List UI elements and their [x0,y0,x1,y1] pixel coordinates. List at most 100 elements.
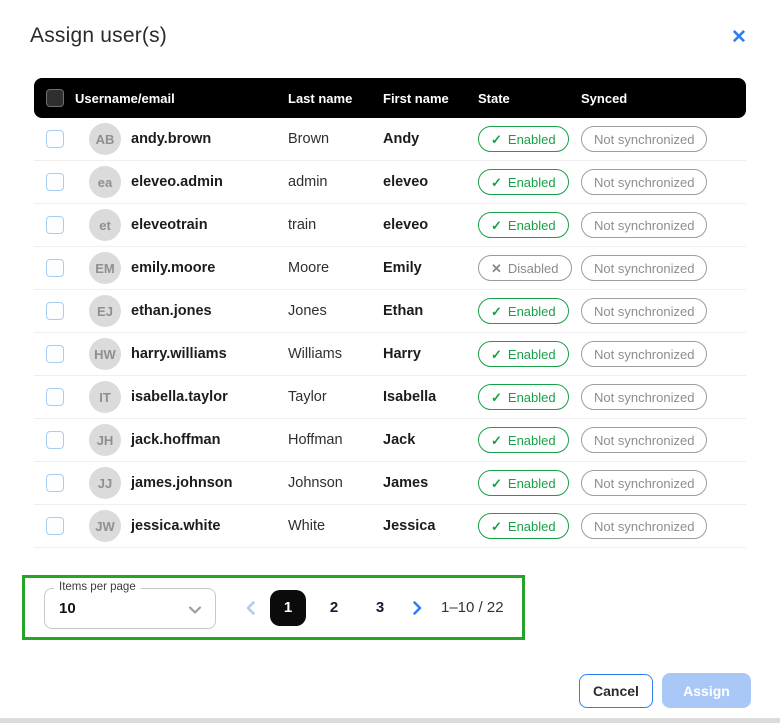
username-cell: jessica.white [131,518,220,534]
state-badge: ✓ Enabled [478,169,569,195]
synced-label: Not synchronized [594,347,694,362]
header-state: State [478,91,581,106]
username-cell: eleveo.admin [131,174,223,190]
username-cell: jack.hoffman [131,432,220,448]
avatar: AB [89,123,121,155]
row-checkbox[interactable] [46,474,64,492]
row-checkbox[interactable] [46,173,64,191]
previous-page-icon[interactable] [237,594,265,622]
state-badge: ✓ Enabled [478,212,569,238]
table-row[interactable]: EJ ethan.jones Jones Ethan ✓ Enabled Not… [34,290,746,333]
avatar: EM [89,252,121,284]
close-icon[interactable]: ✕ [726,24,752,50]
last-name-cell: admin [288,174,383,190]
synced-badge: Not synchronized [581,513,707,539]
state-label: Enabled [508,175,556,190]
next-page-icon[interactable] [403,594,431,622]
last-name-cell: Williams [288,346,383,362]
page-button-1[interactable]: 1 [270,590,306,626]
avatar: IT [89,381,121,413]
state-label: Enabled [508,476,556,491]
state-badge: ✓ Enabled [478,298,569,324]
synced-label: Not synchronized [594,261,694,276]
table-row[interactable]: JW jessica.white White Jessica ✓ Enabled… [34,505,746,548]
avatar: JJ [89,467,121,499]
assign-button[interactable]: Assign [662,673,751,708]
row-checkbox[interactable] [46,517,64,535]
username-cell: eleveotrain [131,217,208,233]
synced-label: Not synchronized [594,433,694,448]
row-checkbox[interactable] [46,345,64,363]
header-username: Username/email [75,91,288,106]
pager: 123 1–10 / 22 [237,578,504,637]
state-label: Enabled [508,218,556,233]
first-name-cell: Isabella [383,389,478,405]
table-row[interactable]: JJ james.johnson Johnson James ✓ Enabled… [34,462,746,505]
table-row[interactable]: et eleveotrain train eleveo ✓ Enabled No… [34,204,746,247]
avatar: JW [89,510,121,542]
synced-badge: Not synchronized [581,169,707,195]
table-row[interactable]: HW harry.williams Williams Harry ✓ Enabl… [34,333,746,376]
last-name-cell: Jones [288,303,383,319]
username-cell: andy.brown [131,131,211,147]
row-checkbox[interactable] [46,431,64,449]
table-row[interactable]: JH jack.hoffman Hoffman Jack ✓ Enabled N… [34,419,746,462]
username-cell: isabella.taylor [131,389,228,405]
row-checkbox[interactable] [46,302,64,320]
state-icon: ✓ [491,520,502,533]
state-icon: ✓ [491,348,502,361]
page-buttons: 123 [265,590,403,626]
last-name-cell: White [288,518,383,534]
avatar: et [89,209,121,241]
row-checkbox[interactable] [46,130,64,148]
synced-badge: Not synchronized [581,126,707,152]
row-checkbox[interactable] [46,216,64,234]
row-checkbox[interactable] [46,388,64,406]
synced-badge: Not synchronized [581,427,707,453]
backdrop-edge [0,718,780,723]
state-label: Enabled [508,433,556,448]
page-button-2[interactable]: 2 [316,590,352,626]
last-name-cell: Johnson [288,475,383,491]
assign-users-dialog: Assign user(s) ✕ Username/email Last nam… [0,0,780,723]
last-name-cell: Moore [288,260,383,276]
synced-label: Not synchronized [594,175,694,190]
avatar: ea [89,166,121,198]
select-all-checkbox[interactable] [46,89,64,107]
first-name-cell: eleveo [383,174,478,190]
synced-label: Not synchronized [594,476,694,491]
state-badge: ✓ Enabled [478,513,569,539]
synced-label: Not synchronized [594,132,694,147]
state-icon: ✓ [491,176,502,189]
synced-label: Not synchronized [594,218,694,233]
state-badge: ✓ Enabled [478,470,569,496]
first-name-cell: James [383,475,478,491]
state-label: Enabled [508,304,556,319]
avatar: EJ [89,295,121,327]
username-cell: james.johnson [131,475,233,491]
table-row[interactable]: ea eleveo.admin admin eleveo ✓ Enabled N… [34,161,746,204]
table-row[interactable]: AB andy.brown Brown Andy ✓ Enabled Not s… [34,118,746,161]
table-body: AB andy.brown Brown Andy ✓ Enabled Not s… [34,118,746,548]
user-table: Username/email Last name First name Stat… [34,78,746,548]
state-badge: ✕ Disabled [478,255,572,281]
header-synced: Synced [581,91,746,106]
row-checkbox[interactable] [46,259,64,277]
state-label: Enabled [508,390,556,405]
first-name-cell: Jack [383,432,478,448]
avatar: JH [89,424,121,456]
username-cell: ethan.jones [131,303,212,319]
header-checkbox-cell [34,89,75,107]
state-icon: ✓ [491,219,502,232]
cancel-button[interactable]: Cancel [579,674,653,708]
synced-badge: Not synchronized [581,470,707,496]
page-button-3[interactable]: 3 [362,590,398,626]
first-name-cell: Jessica [383,518,478,534]
table-row[interactable]: EM emily.moore Moore Emily ✕ Disabled No… [34,247,746,290]
state-label: Disabled [508,261,559,276]
items-per-page-select[interactable]: Items per page 10 [44,588,216,629]
page-range-label: 1–10 / 22 [441,599,504,616]
state-icon: ✓ [491,434,502,447]
table-row[interactable]: IT isabella.taylor Taylor Isabella ✓ Ena… [34,376,746,419]
first-name-cell: Harry [383,346,478,362]
